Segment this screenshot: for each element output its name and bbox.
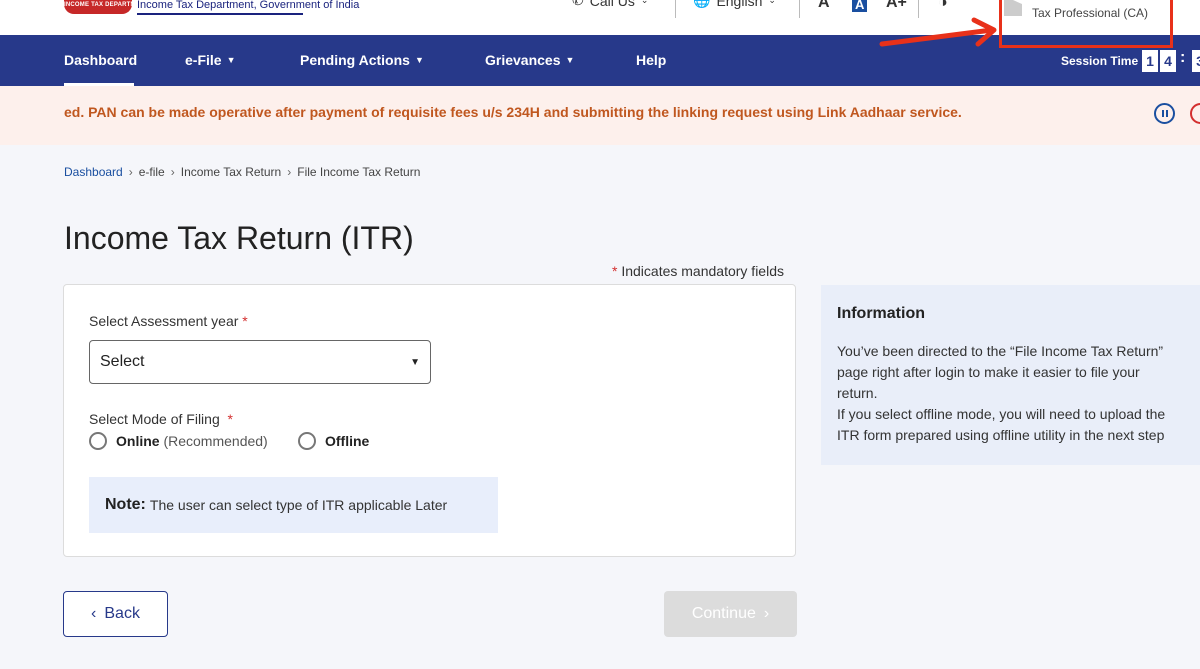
assessment-year-value: Select	[100, 353, 145, 370]
phone-icon: ✆	[572, 0, 584, 8]
annotation-highlight-box	[999, 0, 1173, 48]
information-text-1: You’ve been directed to the “File Income…	[837, 343, 1164, 401]
chevron-right-icon: ›	[170, 165, 175, 179]
chevron-right-icon: ›	[128, 165, 133, 179]
note-text: The user can select type of ITR applicab…	[149, 497, 448, 513]
font-increase-button[interactable]: A+	[886, 0, 907, 12]
font-normal-button[interactable]: A	[852, 0, 868, 12]
information-panel: Information You’ve been directed to the …	[821, 285, 1200, 465]
breadcrumb-current: File Income Tax Return	[297, 165, 421, 179]
call-us-label: Call Us	[589, 0, 635, 9]
banner-text: ed. PAN can be made operative after paym…	[64, 104, 962, 120]
nav-label: Help	[636, 52, 667, 68]
divider	[799, 0, 800, 18]
information-title: Information	[837, 305, 925, 322]
online-label-text: Online	[116, 433, 160, 449]
breadcrumb-itr: Income Tax Return	[180, 165, 282, 179]
back-button[interactable]: ‹ Back	[63, 591, 168, 637]
page-title: Income Tax Return (ITR)	[64, 220, 414, 256]
nav-help[interactable]: Help	[636, 52, 666, 68]
session-digit: 1	[1142, 50, 1158, 72]
assessment-year-label-text: Select Assessment year	[89, 313, 239, 329]
assessment-year-label: Select Assessment year *	[89, 313, 248, 329]
call-us-dropdown[interactable]: ✆ Call Us ⌄	[572, 0, 648, 9]
pause-icon[interactable]	[1154, 103, 1175, 124]
nav-pending-actions[interactable]: Pending Actions ▼	[300, 52, 424, 68]
nav-dashboard[interactable]: Dashboard	[64, 52, 137, 68]
department-name: Income Tax Department, Government of Ind…	[137, 0, 360, 11]
chevron-left-icon: ‹	[91, 605, 97, 622]
information-text-2: If you select offline mode, you will nee…	[837, 406, 1166, 443]
nav-label: Dashboard	[64, 52, 138, 68]
caret-down-icon: ▼	[410, 356, 420, 368]
breadcrumb-efile: e-file	[138, 165, 165, 179]
divider	[675, 0, 676, 18]
radio-circle[interactable]	[298, 432, 316, 450]
logo[interactable]: INCOME TAX DEPARTMENT	[64, 0, 132, 22]
chevron-down-icon: ⌄	[640, 0, 649, 5]
close-icon[interactable]	[1190, 103, 1200, 124]
nav-grievances[interactable]: Grievances ▼	[485, 52, 574, 68]
chevron-right-icon: ›	[287, 165, 292, 179]
session-digit: 3	[1192, 50, 1200, 72]
required-star: *	[612, 263, 618, 279]
note-label: Note:	[105, 496, 146, 513]
chevron-down-icon: ▼	[226, 55, 236, 65]
filing-mode-label: Select Mode of Filing *	[89, 411, 233, 427]
mandatory-note: * Indicates mandatory fields	[612, 263, 784, 279]
back-label: Back	[104, 605, 140, 622]
nav-label: e-File	[185, 52, 222, 68]
logo-banner: INCOME TAX DEPARTMENT	[64, 0, 132, 14]
language-dropdown[interactable]: 🌐 English ⌄	[693, 0, 776, 9]
department-underline	[137, 13, 303, 15]
nav-label: Pending Actions	[300, 52, 410, 68]
contrast-icon[interactable]: ◑	[938, 0, 948, 12]
chevron-down-icon: ▼	[414, 55, 424, 65]
online-hint: (Recommended)	[163, 433, 268, 449]
announcement-banner: ed. PAN can be made operative after paym…	[0, 86, 1200, 145]
session-time-label: Session Time	[1061, 54, 1139, 68]
mandatory-note-text: Indicates mandatory fields	[621, 263, 784, 279]
online-label: Online (Recommended)	[116, 433, 268, 449]
breadcrumb-dashboard[interactable]: Dashboard	[64, 165, 123, 179]
filing-mode-offline-radio[interactable]: Offline	[298, 432, 369, 450]
language-label: English	[716, 0, 763, 9]
itr-form-card: Select Assessment year * Select ▼ Select…	[63, 284, 796, 557]
filing-mode-label-text: Select Mode of Filing	[89, 411, 220, 427]
filing-mode-online-radio[interactable]: Online (Recommended)	[89, 432, 268, 450]
breadcrumb: Dashboard › e-file › Income Tax Return ›…	[64, 165, 420, 179]
nav-efile[interactable]: e-File ▼	[185, 52, 236, 68]
chevron-down-icon: ▼	[565, 55, 575, 65]
note-box: Note: The user can select type of ITR ap…	[89, 477, 498, 533]
continue-button[interactable]: Continue ›	[664, 591, 797, 637]
required-star: *	[227, 411, 233, 427]
chevron-down-icon: ⌄	[768, 0, 776, 5]
radio-circle[interactable]	[89, 432, 107, 450]
divider	[918, 0, 919, 18]
continue-label: Continue	[691, 605, 756, 622]
session-digit: 4	[1160, 50, 1176, 72]
chevron-right-icon: ›	[763, 605, 770, 622]
nav-label: Grievances	[485, 52, 561, 68]
offline-label: Offline	[325, 433, 370, 449]
session-colon: :	[1180, 49, 1186, 66]
annotation-arrow-icon	[879, 17, 997, 47]
globe-icon: 🌐	[693, 0, 711, 8]
font-decrease-button[interactable]: A	[818, 0, 830, 12]
assessment-year-select[interactable]: Select ▼	[89, 340, 431, 384]
required-star: *	[242, 313, 248, 329]
